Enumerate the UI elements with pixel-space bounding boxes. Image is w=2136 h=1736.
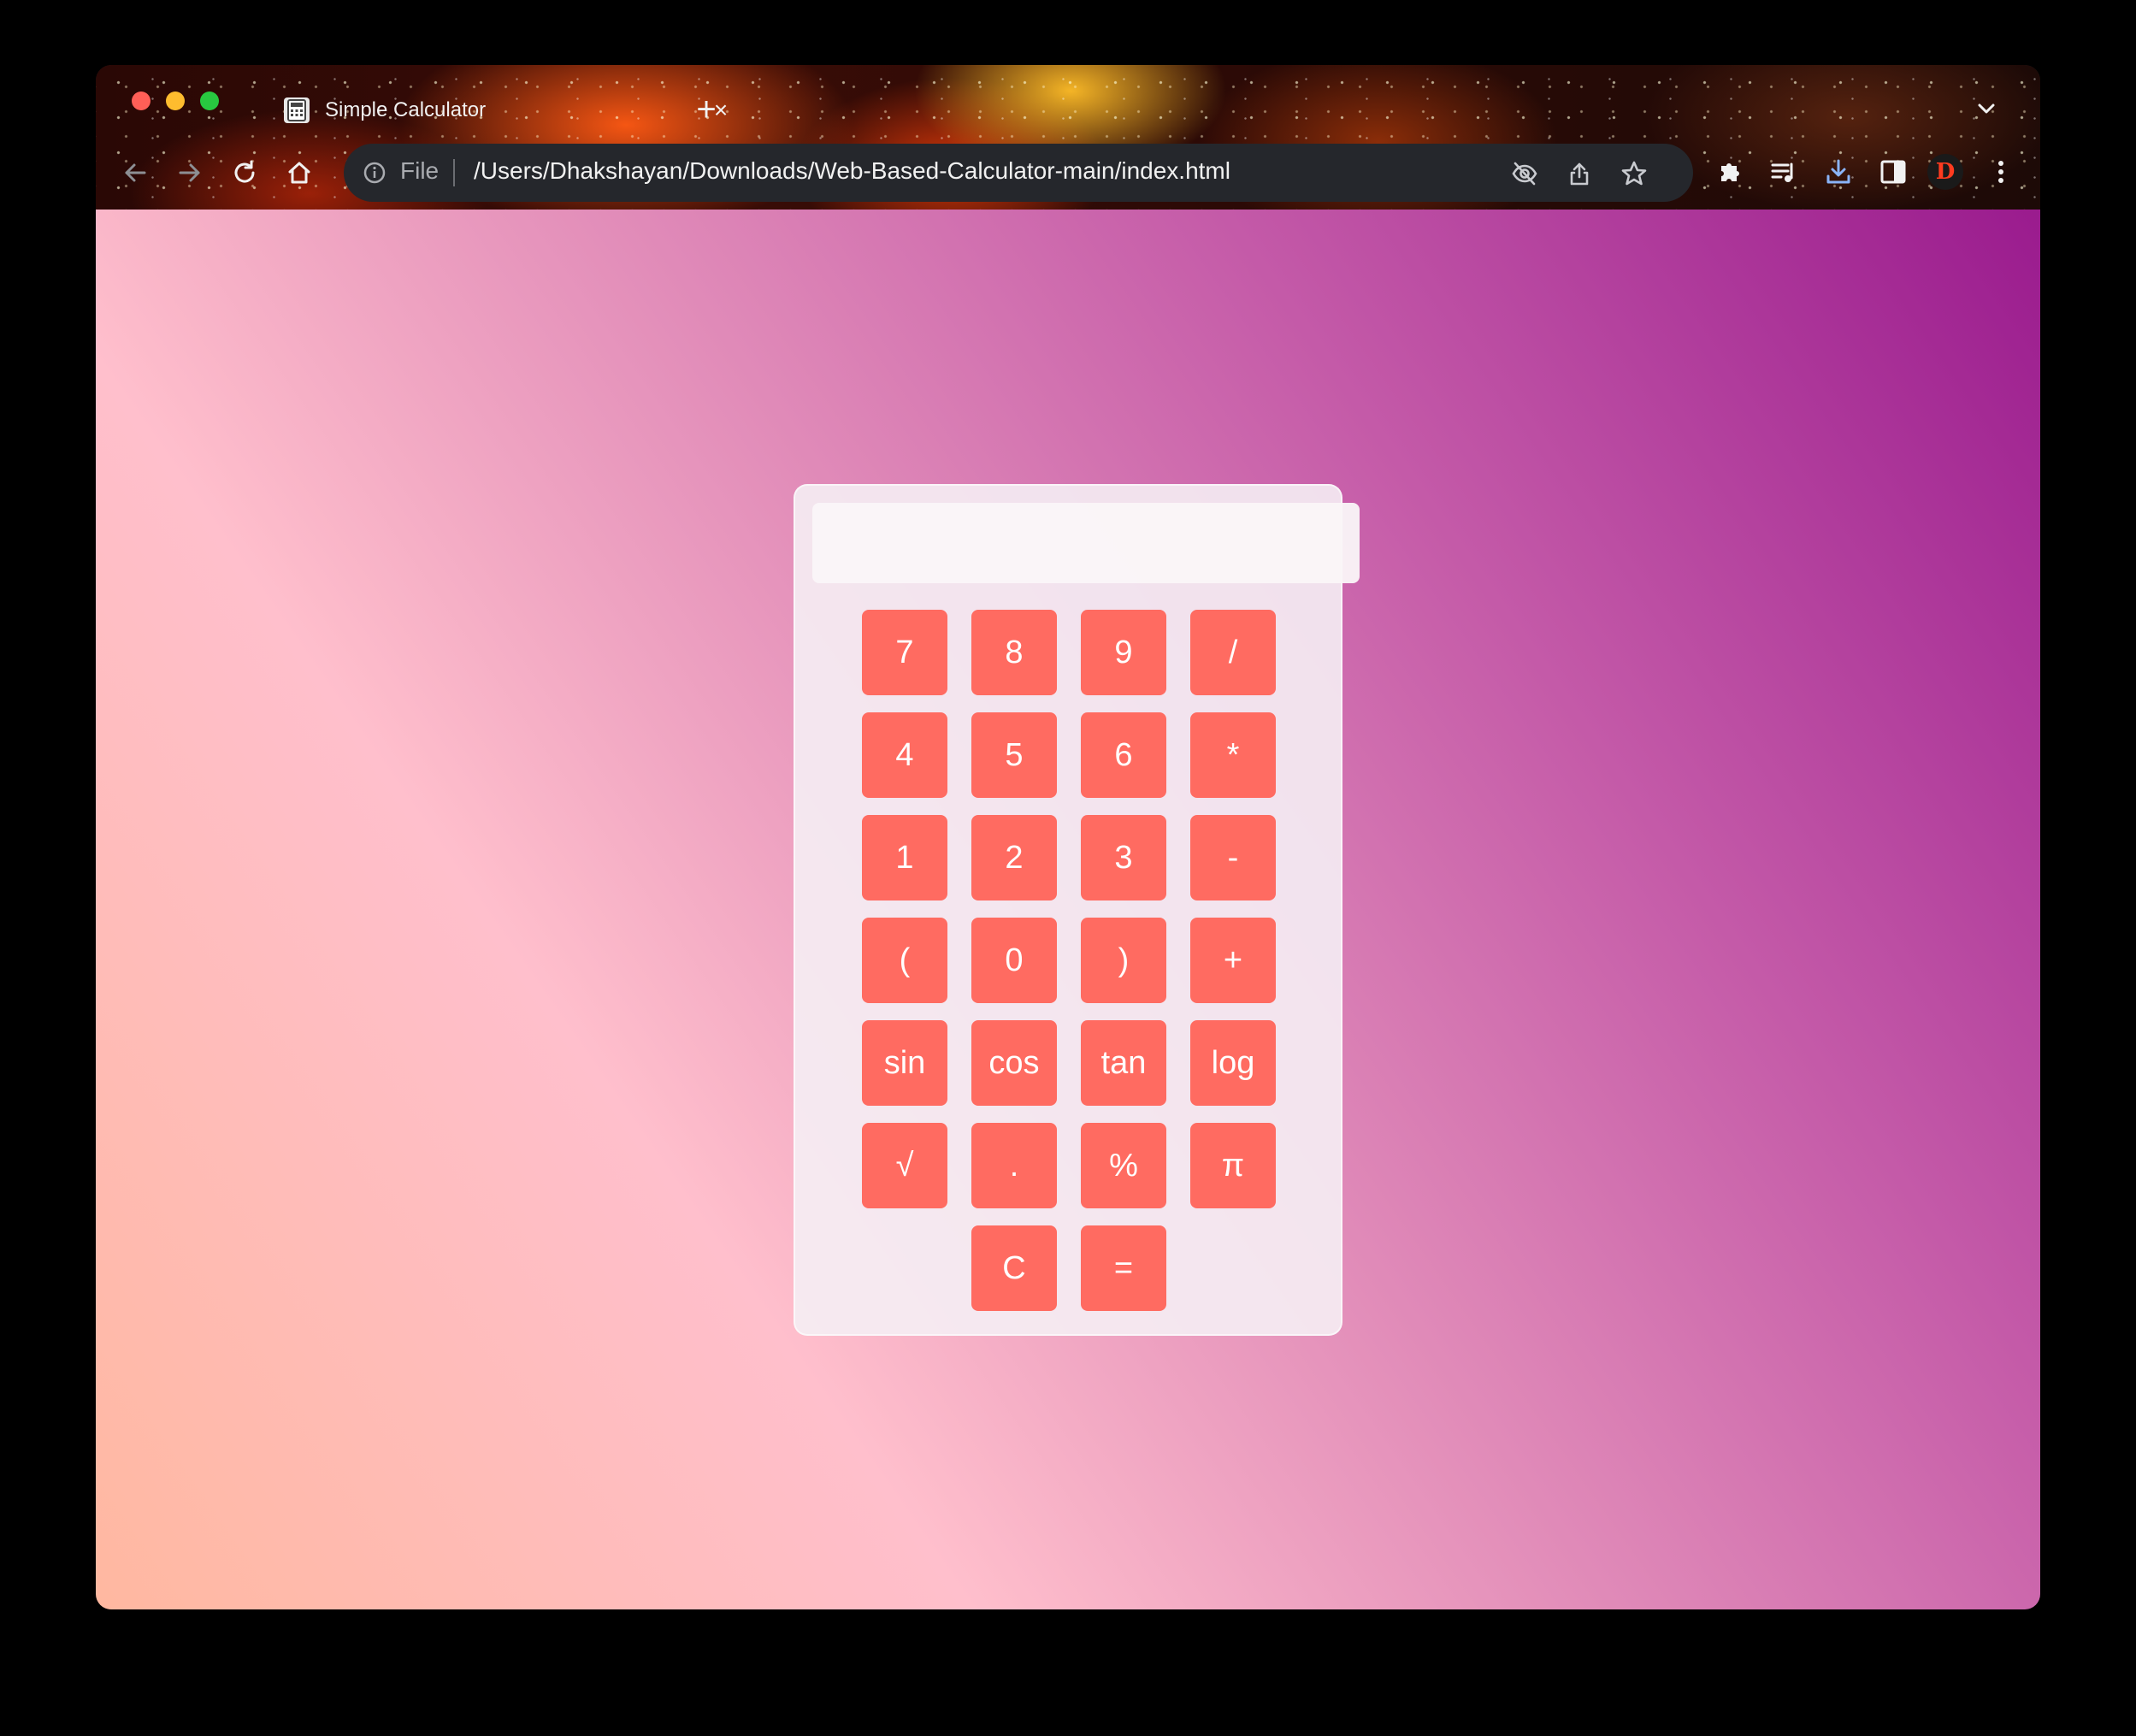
home-icon[interactable] — [280, 154, 318, 192]
key-divide-button[interactable]: / — [1190, 610, 1276, 695]
download-icon[interactable] — [1821, 155, 1856, 189]
url-text[interactable]: /Users/Dhakshayan/Downloads/Web-Based-Ca… — [474, 157, 1230, 185]
key-equals-button[interactable]: = — [1081, 1225, 1166, 1311]
key-4-button[interactable]: 4 — [862, 712, 947, 798]
window-maximize-button[interactable] — [200, 92, 219, 110]
key-8-button[interactable]: 8 — [971, 610, 1057, 695]
calculator-favicon-icon — [284, 97, 310, 123]
url-scheme-label: File — [400, 157, 440, 184]
extensions-puzzle-icon[interactable] — [1712, 155, 1746, 189]
key-5-button[interactable]: 5 — [971, 712, 1057, 798]
key-0-button[interactable]: 0 — [971, 918, 1057, 1003]
tab-title: Simple Calculator — [325, 98, 487, 121]
key-open-paren-button[interactable]: ( — [862, 918, 947, 1003]
forward-arrow-icon[interactable] — [171, 154, 209, 192]
share-icon[interactable] — [1565, 159, 1594, 188]
key-multiply-button[interactable]: * — [1190, 712, 1276, 798]
calculator-panel: 7 8 9 / 4 5 6 * 1 2 3- (0) + sin cos tan log √.% π C = — [794, 484, 1360, 1336]
key-1-button[interactable]: 1 — [862, 815, 947, 900]
key-log-button[interactable]: log — [1190, 1020, 1276, 1106]
key-percent-button[interactable]: % — [1081, 1123, 1166, 1208]
key-3-button[interactable]: 3 — [1081, 815, 1166, 900]
window-minimize-button[interactable] — [166, 92, 185, 110]
bookmark-star-icon[interactable] — [1620, 159, 1649, 188]
side-panel-icon[interactable] — [1876, 155, 1910, 189]
tab-simple-calculator[interactable]: Simple Calculator × — [267, 80, 754, 140]
address-bar[interactable]: File /Users/Dhakshayan/Downloads/Web-Bas… — [344, 144, 1693, 202]
calculator-display[interactable] — [812, 503, 1360, 583]
profile-avatar[interactable]: D — [1927, 154, 1963, 190]
browser-toolbar: Simple Calculator × + File /Users/Dhaksh… — [96, 65, 2040, 210]
key-decimal-button[interactable]: . — [971, 1123, 1057, 1208]
back-arrow-icon[interactable] — [116, 154, 154, 192]
key-2-button[interactable]: 2 — [971, 815, 1057, 900]
site-info-icon[interactable] — [363, 161, 386, 185]
key-sin-button[interactable]: sin — [862, 1020, 947, 1106]
reload-icon[interactable] — [226, 154, 263, 192]
key-7-button[interactable]: 7 — [862, 610, 947, 695]
key-9-button[interactable]: 9 — [1081, 610, 1166, 695]
media-queue-icon[interactable] — [1767, 155, 1801, 189]
key-subtract-button[interactable]: - — [1190, 815, 1276, 900]
key-add-button[interactable]: + — [1190, 918, 1276, 1003]
key-cos-button[interactable]: cos — [971, 1020, 1057, 1106]
key-sqrt-button[interactable]: √ — [862, 1123, 947, 1208]
tab-search-chevron-icon[interactable] — [1974, 96, 1999, 121]
key-clear-button[interactable]: C — [971, 1225, 1057, 1311]
window-close-button[interactable] — [132, 92, 150, 110]
key-close-paren-button[interactable]: ) — [1081, 918, 1166, 1003]
new-tab-button[interactable]: + — [686, 89, 727, 130]
more-menu-icon[interactable] — [1984, 155, 2018, 189]
eye-slash-icon[interactable] — [1510, 159, 1539, 188]
key-pi-button[interactable]: π — [1190, 1123, 1276, 1208]
key-6-button[interactable]: 6 — [1081, 712, 1166, 798]
omnibox-divider — [453, 159, 455, 186]
key-tan-button[interactable]: tan — [1081, 1020, 1166, 1106]
page-viewport: 7 8 9 / 4 5 6 * 1 2 3- (0) + sin cos tan log √.% π C = — [96, 210, 2040, 1609]
browser-window: Simple Calculator × + File /Users/Dhaksh… — [96, 65, 2040, 1609]
